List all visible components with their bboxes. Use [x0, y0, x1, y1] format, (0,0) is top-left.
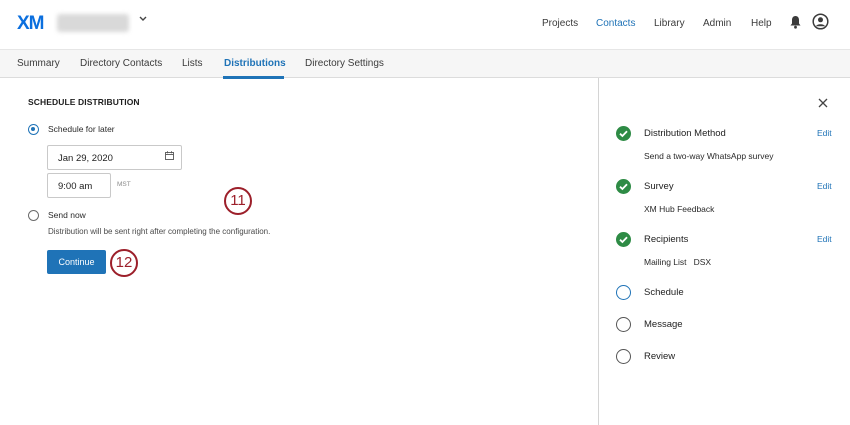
callout-12: 12: [110, 249, 138, 277]
nav-contacts[interactable]: Contacts: [596, 18, 635, 29]
date-value: Jan 29, 2020: [58, 153, 113, 164]
step-current-icon: [616, 285, 631, 300]
nav-library[interactable]: Library: [654, 18, 685, 29]
step-title-schedule: Schedule: [644, 287, 684, 298]
date-input[interactable]: Jan 29, 2020: [47, 145, 182, 170]
section-title: SCHEDULE DISTRIBUTION: [28, 97, 140, 107]
step-subtitle-distribution-method: Send a two-way WhatsApp survey: [644, 151, 774, 161]
tab-distributions[interactable]: Distributions: [224, 58, 286, 69]
calendar-icon[interactable]: [165, 151, 174, 160]
check-icon: [619, 236, 628, 244]
step-title-survey: Survey: [644, 181, 674, 192]
step-complete-icon: [616, 126, 631, 141]
bell-icon[interactable]: [789, 15, 802, 29]
callout-11: 11: [224, 187, 252, 215]
nav-projects[interactable]: Projects: [542, 18, 578, 29]
schedule-later-radio[interactable]: [28, 124, 39, 135]
check-icon: [619, 183, 628, 191]
step-complete-icon: [616, 232, 631, 247]
tab-directory-settings[interactable]: Directory Settings: [305, 58, 384, 69]
active-tab-indicator: [223, 76, 284, 79]
tab-summary[interactable]: Summary: [17, 58, 60, 69]
tabs-bar: Summary Directory Contacts Lists Distrib…: [0, 49, 850, 79]
send-now-radio[interactable]: [28, 210, 39, 221]
time-input[interactable]: 9:00 am: [47, 173, 111, 198]
account-icon[interactable]: [812, 13, 829, 30]
step-complete-icon: [616, 179, 631, 194]
nav-help[interactable]: Help: [751, 18, 772, 29]
step-title-distribution-method: Distribution Method: [644, 128, 726, 139]
step-pending-icon: [616, 317, 631, 332]
edit-recipients-link[interactable]: Edit: [817, 234, 832, 244]
schedule-later-label[interactable]: Schedule for later: [48, 124, 115, 134]
send-now-label[interactable]: Send now: [48, 210, 86, 220]
check-icon: [619, 130, 628, 138]
tab-lists[interactable]: Lists: [182, 58, 203, 69]
nav-admin[interactable]: Admin: [703, 18, 731, 29]
top-header: XM Projects Contacts Library Admin Help: [0, 0, 850, 49]
time-value: 9:00 am: [58, 181, 93, 192]
chevron-down-icon[interactable]: [136, 12, 150, 26]
send-now-helper-text: Distribution will be sent right after co…: [48, 227, 271, 236]
close-icon[interactable]: [818, 98, 828, 108]
timezone-label: MST: [117, 181, 131, 188]
step-subtitle-recipients: Mailing List DSX: [644, 257, 712, 267]
step-subtitle-survey: XM Hub Feedback: [644, 204, 715, 214]
account-name-redacted: [57, 14, 129, 32]
step-title-review: Review: [644, 351, 676, 362]
edit-survey-link[interactable]: Edit: [817, 181, 832, 191]
step-title-recipients: Recipients: [644, 234, 689, 245]
continue-button[interactable]: Continue: [47, 250, 106, 274]
xm-logo[interactable]: XM: [17, 13, 44, 35]
tab-directory-contacts[interactable]: Directory Contacts: [80, 58, 162, 69]
edit-distribution-method-link[interactable]: Edit: [817, 128, 832, 138]
step-title-message: Message: [644, 319, 683, 330]
step-pending-icon: [616, 349, 631, 364]
